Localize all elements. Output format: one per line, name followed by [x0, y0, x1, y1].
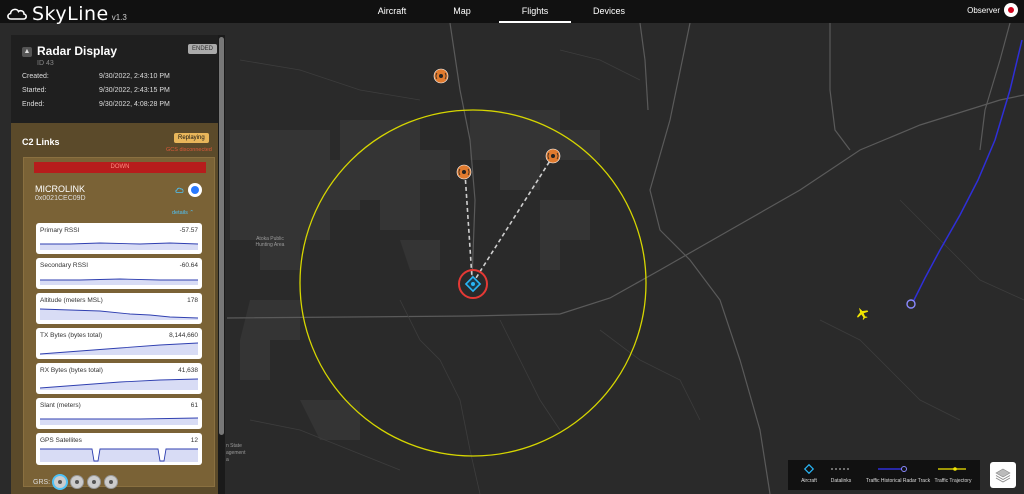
sparkline	[40, 378, 198, 390]
grs-station-icon[interactable]	[87, 475, 102, 489]
c2-link-card: DOWN MICROLINK 0x0021CEC09D details ⌃ Pr…	[23, 157, 215, 487]
link-status-bar: DOWN	[34, 162, 206, 173]
status-badge: ENDED	[188, 44, 218, 54]
brand-version: v1.3	[111, 12, 127, 22]
tab-map[interactable]: Map	[434, 0, 490, 23]
details-toggle[interactable]: details ⌃	[172, 210, 194, 216]
diamond-icon	[803, 463, 815, 475]
device-marker-icon[interactable]	[433, 68, 449, 84]
layers-icon	[995, 468, 1011, 483]
flight-card: ▲ Radar Display ID 43 ENDED Created: 9/3…	[11, 35, 219, 123]
map-legend: Aircraft Datalinks Traffic Historical Ra…	[788, 460, 980, 490]
created-label: Created:	[22, 73, 49, 80]
flight-id: ID 43	[37, 60, 54, 67]
device-marker-icon[interactable]	[545, 148, 561, 164]
sparkline	[40, 278, 198, 285]
brand-name: SkyLine	[32, 3, 109, 25]
legend-aircraft: Aircraft	[801, 478, 817, 484]
radar-track-line	[911, 39, 1023, 305]
flight-title: Radar Display	[37, 44, 118, 58]
brand[interactable]: SkyLine v1.3	[6, 3, 127, 25]
grs-station-icon[interactable]	[70, 475, 85, 489]
app-root: SkyLine v1.3 Aircraft Map Flights Device…	[0, 0, 1024, 494]
metric-label: RX Bytes (bytes total)	[40, 367, 103, 374]
ended-label: Ended:	[22, 101, 45, 108]
grs-selector: GRS:	[33, 475, 119, 489]
replaying-badge: Replaying	[174, 133, 209, 143]
sparkline	[40, 448, 198, 462]
link-name: MICROLINK	[35, 184, 86, 194]
grs-station-icon[interactable]	[53, 475, 68, 489]
metric-value: 178	[187, 297, 198, 304]
metric-gps-satellites: GPS Satellites 12	[36, 433, 202, 465]
main-nav: Aircraft Map Flights Devices	[350, 0, 647, 23]
legend-symbols	[803, 463, 966, 475]
tab-aircraft[interactable]: Aircraft	[350, 0, 434, 23]
grs-label: GRS:	[33, 478, 51, 486]
flight-sidebar: ▲ Radar Display ID 43 ENDED Created: 9/3…	[11, 35, 227, 494]
user-name: Observer	[967, 5, 1000, 15]
user-menu[interactable]: Observer	[967, 3, 1018, 17]
c2-links-title: C2 Links	[22, 137, 60, 147]
user-avatar-icon[interactable]	[1004, 3, 1018, 17]
metric-value: 8,144,660	[169, 332, 198, 339]
metric-rx-bytes: RX Bytes (bytes total) 41,638	[36, 363, 202, 394]
aircraft-diamond-icon[interactable]	[464, 275, 482, 293]
layers-button[interactable]	[990, 462, 1016, 488]
collapse-chevron-icon[interactable]: ▲	[22, 47, 32, 57]
metric-label: GPS Satellites	[40, 437, 82, 444]
legend-radar-track: Traffic Historical Radar Track	[865, 478, 931, 484]
map-label: n State	[226, 443, 242, 449]
started-label: Started:	[22, 87, 47, 94]
cloud-logo-icon	[7, 8, 27, 20]
sparkline	[40, 417, 198, 425]
gcs-status-text: GCS disconnected	[166, 147, 212, 153]
started-value: 9/30/2022, 2:43:15 PM	[99, 87, 170, 94]
metric-label: Secondary RSSI	[40, 262, 89, 269]
tab-flights[interactable]: Flights	[499, 0, 571, 23]
sparkline	[40, 308, 198, 320]
metric-value: 12	[190, 437, 198, 444]
metric-value: -60.64	[179, 262, 198, 269]
terrain-shading	[230, 110, 600, 440]
metric-tx-bytes: TX Bytes (bytes total) 8,144,660	[36, 328, 202, 359]
sidebar-scroll-thumb[interactable]	[219, 37, 224, 435]
trajectory-dot-icon	[953, 467, 957, 471]
created-value: 9/30/2022, 2:43:10 PM	[99, 73, 170, 80]
legend-trajectory: Traffic Trajectory	[934, 478, 972, 484]
metric-secondary-rssi: Secondary RSSI -60.64	[36, 258, 202, 289]
radar-track-head-icon[interactable]	[906, 299, 916, 309]
radar-track-head-icon	[901, 466, 907, 472]
sparkline	[40, 242, 198, 250]
metric-label: TX Bytes (bytes total)	[40, 332, 103, 339]
sparkline	[40, 342, 198, 355]
metric-label: Slant (meters)	[40, 402, 81, 409]
tab-devices[interactable]: Devices	[571, 0, 647, 23]
metric-label: Primary RSSI	[40, 227, 80, 234]
link-address: 0x0021CEC09D	[35, 195, 86, 202]
metric-value: 41,638	[178, 367, 198, 374]
link-toggle-icon[interactable]	[188, 183, 202, 197]
map-label: agement	[226, 450, 246, 456]
traffic-plane-icon[interactable]	[854, 305, 871, 322]
map-label-hunting-area: Atoka Public Hunting Area	[255, 236, 285, 248]
c2-links-panel: C2 Links Replaying GCS disconnected DOWN…	[11, 123, 218, 494]
details-label: details	[172, 210, 188, 216]
metric-primary-rssi: Primary RSSI -57.57	[36, 223, 202, 254]
legend-datalinks: Datalinks	[830, 478, 852, 484]
cloud-sync-icon[interactable]	[175, 186, 184, 195]
grs-station-icon[interactable]	[104, 475, 119, 489]
metric-value: 61	[190, 402, 198, 409]
metric-slant: Slant (meters) 61	[36, 398, 202, 429]
metric-value: -57.57	[179, 227, 198, 234]
metric-label: Altitude (meters MSL)	[40, 297, 103, 304]
top-nav-bar: SkyLine v1.3 Aircraft Map Flights Device…	[0, 0, 1024, 25]
ended-value: 9/30/2022, 4:08:28 PM	[99, 101, 170, 108]
metric-altitude: Altitude (meters MSL) 178	[36, 293, 202, 324]
device-marker-icon[interactable]	[456, 164, 472, 180]
